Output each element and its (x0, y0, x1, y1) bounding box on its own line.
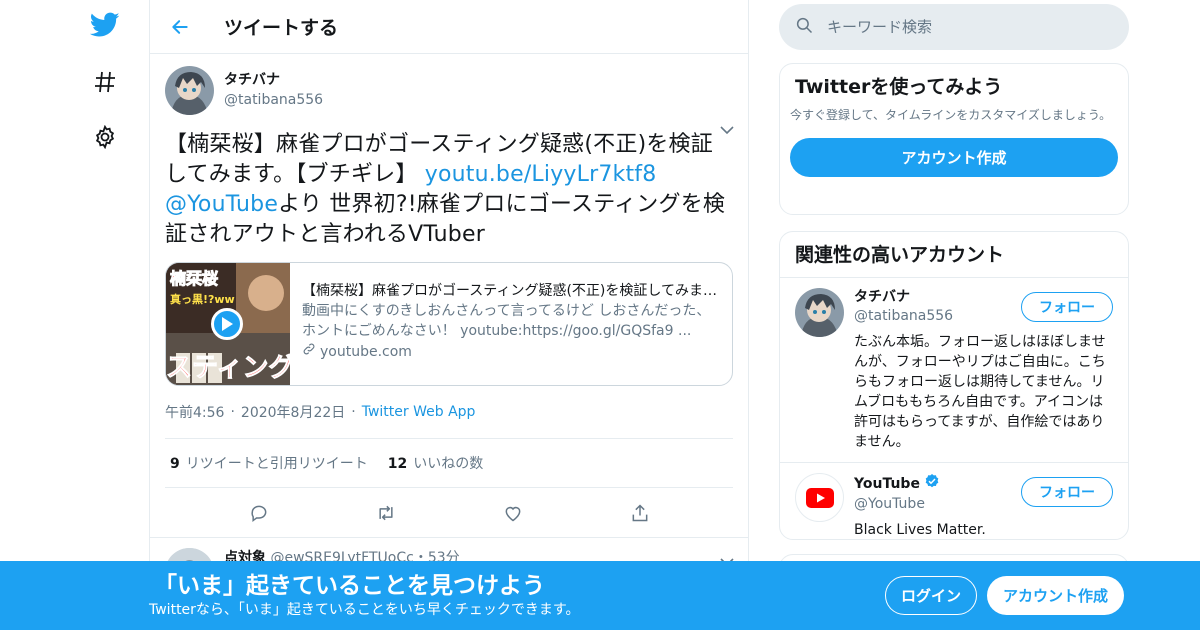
heart-icon[interactable] (493, 493, 533, 533)
main-column: ツイートする タチバナ @tatibana556 【楠栞桜】麻雀プロがゴースティ… (149, 0, 749, 630)
banner-subtitle: Twitterなら、「いま」起きていることをいち早くチェックできます。 (149, 602, 580, 618)
like-stat[interactable]: 12 いいねの数 (388, 453, 483, 473)
follow-button[interactable]: フォロー (1021, 292, 1113, 322)
account-name-text: YouTube (854, 475, 920, 492)
search-box[interactable] (779, 4, 1129, 50)
thumbnail-caption-top: 楠栞桜 (169, 269, 219, 289)
tweet-link[interactable]: youtu.be/LiyyLr7ktf8 (425, 162, 657, 187)
thumbnail-caption-bottom: スティング (166, 353, 290, 384)
author-name[interactable]: タチバナ (224, 70, 323, 90)
tweet-text: 【楠栞桜】麻雀プロがゴースティング疑惑(不正)を検証してみます。【ブチギレ】 y… (165, 130, 733, 250)
mention-link[interactable]: @YouTube (165, 192, 278, 217)
account-bio: たぶん本垢。フォロー返しはほぼしませんが、フォローやリプはご自由に。こちらもフォ… (854, 334, 1106, 450)
link-icon (302, 341, 316, 363)
like-count: 12 (387, 456, 408, 472)
tweet-actions (150, 488, 748, 538)
tweet-meta: 午前4:56 · 2020年8月22日 · Twitter Web App (165, 402, 476, 422)
search-input[interactable] (827, 18, 1107, 36)
create-account-button[interactable]: アカウント作成 (790, 138, 1118, 177)
signup-box: Twitterを使ってみよう 今すぐ登録して、タイムラインをカスタマイズしましょ… (779, 63, 1129, 215)
twitter-logo-icon[interactable] (90, 10, 120, 40)
signup-box-subtitle: 今すぐ登録して、タイムラインをカスタマイズしましょう。 (790, 108, 1112, 122)
signup-button[interactable]: アカウント作成 (987, 576, 1124, 615)
chevron-down-icon[interactable] (720, 120, 734, 139)
author-handle[interactable]: @tatibana556 (224, 90, 323, 110)
link-card[interactable]: 楠栞桜 真っ黒!?ww スティング 【楠栞桜】麻雀プロがゴースティング疑惑(不正… (165, 262, 733, 386)
retweet-count: 9 (170, 456, 180, 472)
tweet-date[interactable]: 2020年8月22日 (241, 402, 345, 422)
retweet-label: リツイートと引用リツイート (185, 456, 368, 472)
card-description: 動画中にくすのきしおんさんって言ってるけど しおさんだった、ホントにごめんなさい… (302, 303, 711, 339)
related-accounts-title: 関連性の高いアカウント (795, 244, 1005, 266)
login-button[interactable]: ログイン (885, 576, 977, 615)
share-icon[interactable] (620, 493, 660, 533)
card-thumbnail: 楠栞桜 真っ黒!?ww スティング (166, 263, 290, 385)
follow-button[interactable]: フォロー (1021, 477, 1113, 507)
card-domain: youtube.com (302, 341, 720, 363)
account-name-text: タチバナ (854, 289, 910, 305)
account-item[interactable]: タチバナ @tatibana556 たぶん本垢。フォロー返しはほぼしませんが、フ… (780, 278, 1128, 462)
tweet-client[interactable]: Twitter Web App (362, 404, 476, 420)
related-accounts: 関連性の高いアカウント タチバナ @tatibana556 たぶん本垢。フォロー… (779, 231, 1129, 540)
reply-icon[interactable] (239, 493, 279, 533)
youtube-logo-icon[interactable] (795, 473, 844, 522)
search-icon (795, 16, 813, 38)
signup-box-title: Twitterを使ってみよう (795, 76, 1003, 98)
tweet-author[interactable]: タチバナ @tatibana556 (165, 64, 733, 116)
account-item[interactable]: YouTube @YouTube Black Lives Matter. フォロ… (780, 462, 1128, 539)
banner-title: 「いま」起きていることを見つけよう (154, 573, 545, 599)
account-bio: Black Lives Matter. (854, 522, 986, 538)
tweet-time[interactable]: 午前4:56 (165, 402, 224, 422)
avatar[interactable] (165, 65, 214, 115)
card-title: 【楠栞桜】麻雀プロがゴースティング疑惑(不正)を検証してみます。【ブチギレ】 (302, 283, 720, 299)
gear-icon[interactable] (90, 122, 120, 152)
tweet: タチバナ @tatibana556 【楠栞桜】麻雀プロがゴースティング疑惑(不正… (150, 54, 748, 538)
play-icon[interactable] (211, 308, 243, 340)
hashtag-icon[interactable] (90, 67, 120, 97)
verified-badge-icon (924, 473, 940, 495)
like-label: いいねの数 (413, 456, 484, 472)
bottom-banner: 「いま」起きていることを見つけよう Twitterなら、「いま」起きていることを… (0, 561, 1200, 630)
thumbnail-caption-mid: 真っ黒!?ww (170, 293, 235, 306)
retweet-icon[interactable] (366, 493, 406, 533)
top-bar: ツイートする (150, 0, 748, 54)
back-arrow-icon[interactable] (150, 0, 210, 54)
avatar[interactable] (795, 288, 844, 337)
tweet-stats: 9 リツイートと引用リツイート 12 いいねの数 (165, 438, 733, 488)
card-domain-text: youtube.com (320, 344, 412, 360)
page-title: ツイートする (224, 17, 339, 39)
retweet-stat[interactable]: 9 リツイートと引用リツイート (170, 453, 368, 473)
